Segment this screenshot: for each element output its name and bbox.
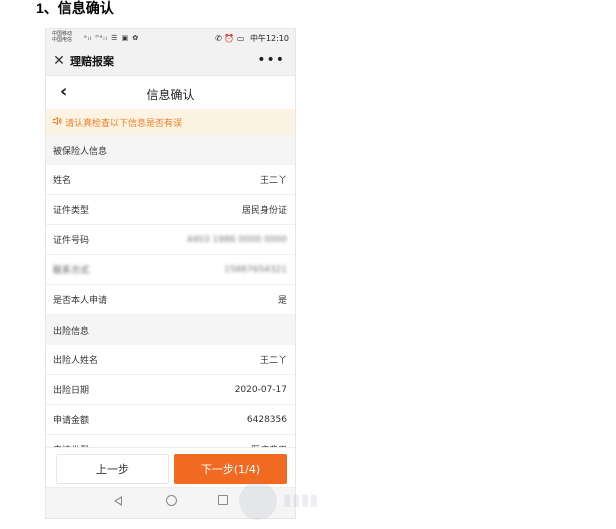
table-row: 申请金额 6428356 xyxy=(46,405,295,435)
row-label: 是否本人申请 xyxy=(53,296,108,306)
nav-recent-icon[interactable] xyxy=(218,495,228,505)
row-label: 证件类型 xyxy=(53,206,90,216)
app-title: 理赔报案 xyxy=(70,55,114,68)
nav-home-icon[interactable] xyxy=(166,495,177,506)
signal-icon: ᵃᵢₗ ᴴᵃᵢₗ ☰ ▣ ✿ xyxy=(84,34,140,42)
system-icons: ✆ ⏰ ▭ xyxy=(215,34,245,43)
watermark-logo: ▮▮▮▮ xyxy=(235,478,395,528)
row-label: 联系方式 xyxy=(53,266,90,276)
table-row: 姓名 王二丫 xyxy=(46,165,295,195)
speaker-icon xyxy=(52,116,62,128)
row-label: 出险人姓名 xyxy=(53,356,99,366)
prev-step-button[interactable]: 上一步 xyxy=(56,454,169,484)
row-label: 出险日期 xyxy=(53,386,90,396)
notice-text: 请认真检查以下信息是否有误 xyxy=(65,118,183,129)
table-row: 出险日期 2020-07-17 xyxy=(46,375,295,405)
carrier-2: 中国电信 xyxy=(52,37,73,43)
row-value: 居民身份证 xyxy=(241,206,287,216)
table-row: 联系方式 15887654321 xyxy=(46,255,295,285)
more-icon[interactable]: ••• xyxy=(257,52,285,68)
status-bar: 中国移动 中国电信 ᵃᵢₗ ᴴᵃᵢₗ ☰ ▣ ✿ ✆ ⏰ ▭ 中午12:10 xyxy=(46,29,295,47)
table-row: 是否本人申请 是 xyxy=(46,285,295,315)
phone-screenshot: 中国移动 中国电信 ᵃᵢₗ ᴴᵃᵢₗ ☰ ▣ ✿ ✆ ⏰ ▭ 中午12:10 ✕… xyxy=(45,28,296,519)
table-row: 证件号码 4403 1986 0000 0000 xyxy=(46,225,295,255)
page-title: 信息确认 xyxy=(146,88,195,102)
row-value: 王二丫 xyxy=(259,176,287,186)
id-number-value: 4403 1986 0000 0000 xyxy=(186,234,287,245)
section-incident-title: 出险信息 xyxy=(46,315,295,345)
close-icon[interactable]: ✕ xyxy=(48,53,70,69)
status-right: ✆ ⏰ ▭ 中午12:10 xyxy=(212,33,289,44)
row-label: 申请金额 xyxy=(53,416,90,426)
document-heading: 1、信息确认 xyxy=(36,0,114,16)
row-value: 是 xyxy=(277,296,287,306)
section-insured-title: 被保险人信息 xyxy=(46,135,295,165)
row-value: 王二丫 xyxy=(259,356,287,366)
row-label: 证件号码 xyxy=(53,236,90,246)
table-row: 证件类型 居民身份证 xyxy=(46,195,295,225)
row-label: 姓名 xyxy=(53,176,72,186)
nav-back-icon[interactable] xyxy=(114,496,122,506)
watermark-circle-icon xyxy=(239,482,277,520)
phone-value: 15887654321 xyxy=(224,264,287,275)
status-time: 中午12:10 xyxy=(249,34,289,43)
mini-program-bar: ✕ 理赔报案 ••• xyxy=(46,47,295,75)
row-value: 6428356 xyxy=(246,414,287,425)
notice-banner: 请认真检查以下信息是否有误 xyxy=(46,109,295,135)
page-header: ‹ 信息确认 xyxy=(46,75,295,109)
info-content: 被保险人信息 姓名 王二丫 证件类型 居民身份证 证件号码 4403 1986 … xyxy=(46,135,295,453)
table-row: 出险人姓名 王二丫 xyxy=(46,345,295,375)
carrier-labels: 中国移动 中国电信 xyxy=(52,31,72,43)
watermark-text: ▮▮▮▮ xyxy=(283,490,319,509)
row-value: 2020-07-17 xyxy=(234,384,287,395)
